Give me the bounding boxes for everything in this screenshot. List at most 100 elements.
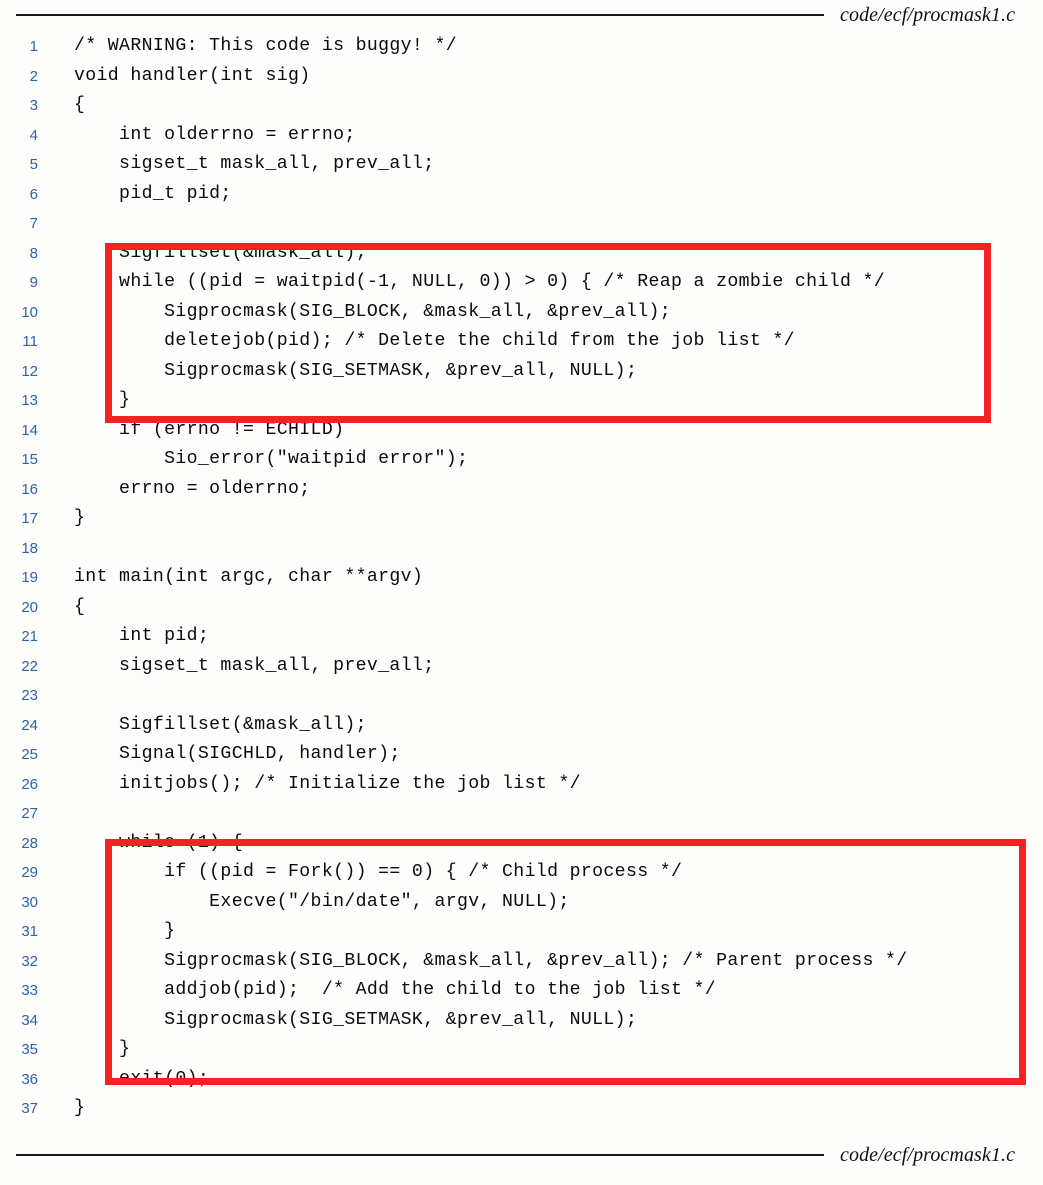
code-line: 5 sigset_t mask_all, prev_all;: [0, 150, 1043, 180]
line-number: 2: [29, 67, 38, 85]
code-line: 23: [0, 681, 1043, 711]
line-number: 7: [29, 215, 38, 232]
code-line: 35 }: [0, 1035, 1043, 1065]
code-line: 11 deletejob(pid); /* Delete the child f…: [0, 327, 1043, 357]
line-number: 4: [29, 126, 38, 144]
line-number: 36: [21, 1070, 38, 1088]
code-line: 34 Sigprocmask(SIG_SETMASK, &prev_all, N…: [0, 1006, 1043, 1036]
line-number: 13: [21, 392, 38, 409]
line-number: 9: [29, 274, 38, 291]
code-line-text: if (errno != ECHILD): [74, 419, 345, 440]
code-line-text: sigset_t mask_all, prev_all;: [74, 154, 435, 174]
code-line: 2 void handler(int sig): [0, 62, 1043, 92]
figure-header: code/ecf/procmask1.c: [0, 2, 1043, 28]
code-line-text: /* WARNING: This code is buggy! */: [74, 36, 457, 56]
line-number: 35: [21, 1041, 38, 1058]
code-line-text: exit(0);: [74, 1068, 210, 1089]
code-line: 7: [0, 209, 1043, 239]
code-line: 31 }: [0, 917, 1043, 947]
footer-caption: code/ecf/procmask1.c: [840, 1143, 1016, 1166]
line-number: 19: [21, 569, 38, 586]
code-line-text: Execve("/bin/date", argv, NULL);: [74, 891, 570, 912]
line-number: 28: [21, 834, 38, 852]
line-number: 6: [29, 185, 38, 203]
header-rule: [16, 14, 824, 16]
line-number: 22: [21, 657, 38, 675]
code-line-text: }: [74, 1098, 86, 1118]
code-line-text: Sigfillset(&mask_all);: [74, 242, 367, 263]
line-number: 11: [22, 333, 38, 350]
line-number: 29: [21, 864, 38, 881]
line-number: 8: [29, 244, 38, 262]
code-line: 14 if (errno != ECHILD): [0, 416, 1043, 446]
code-line-text: initjobs(); /* Initialize the job list *…: [74, 773, 581, 794]
code-line-text: addjob(pid); /* Add the child to the job…: [74, 980, 717, 1000]
code-line-text: int olderrno = errno;: [74, 124, 356, 145]
line-number: 30: [21, 893, 38, 911]
code-line: 37}: [0, 1094, 1043, 1124]
line-number: 23: [21, 687, 38, 704]
line-number: 5: [29, 156, 38, 173]
code-line-text: void handler(int sig): [74, 65, 311, 86]
line-number: 18: [21, 539, 38, 557]
code-line-text: int pid;: [74, 626, 210, 646]
code-line-text: {: [74, 95, 86, 115]
code-line: 33 addjob(pid); /* Add the child to the …: [0, 976, 1043, 1006]
line-number: 37: [21, 1100, 38, 1117]
line-number: 33: [21, 982, 38, 999]
line-number: 10: [21, 303, 38, 321]
code-line: 8 Sigfillset(&mask_all);: [0, 239, 1043, 269]
code-line: 25 Signal(SIGCHLD, handler);: [0, 740, 1043, 770]
line-number: 27: [21, 805, 38, 822]
code-line-text: if ((pid = Fork()) == 0) { /* Child proc…: [74, 862, 683, 882]
code-line-text: }: [74, 921, 176, 941]
footer-rule: [16, 1154, 824, 1156]
code-line: 24 Sigfillset(&mask_all);: [0, 711, 1043, 741]
line-number: 26: [21, 775, 38, 793]
code-body: 1 /* WARNING: This code is buggy! */ 2 void…: [0, 32, 1043, 1124]
code-line-text: }: [74, 390, 131, 410]
code-line: 16 errno = olderrno;: [0, 475, 1043, 505]
code-line: 13 }: [0, 386, 1043, 416]
figure-footer: code/ecf/procmask1.c: [0, 1142, 1043, 1168]
line-number: 31: [21, 923, 38, 940]
line-number: 32: [21, 952, 38, 970]
header-caption: code/ecf/procmask1.c: [840, 3, 1016, 26]
code-line-text: Signal(SIGCHLD, handler);: [74, 744, 401, 764]
code-line: 3{: [0, 91, 1043, 121]
line-number: 25: [21, 746, 38, 763]
line-number: 21: [21, 628, 38, 645]
code-line-text: errno = olderrno;: [74, 478, 311, 499]
code-line-text: Sigprocmask(SIG_SETMASK, &prev_all, NULL…: [74, 360, 638, 381]
code-line: 21 int pid;: [0, 622, 1043, 652]
code-line: 6 pid_t pid;: [0, 180, 1043, 210]
line-number: 14: [21, 421, 38, 439]
line-number: 34: [21, 1011, 38, 1029]
code-line-text: sigset_t mask_all, prev_all;: [74, 655, 435, 676]
code-line: 10 Sigprocmask(SIG_BLOCK, &mask_all, &pr…: [0, 298, 1043, 328]
code-line: 32 Sigprocmask(SIG_BLOCK, &mask_all, &pr…: [0, 947, 1043, 977]
code-line-text: }: [74, 1039, 131, 1059]
code-line-text: }: [74, 508, 86, 528]
line-number: 20: [21, 598, 38, 616]
code-line-text: Sigprocmask(SIG_BLOCK, &mask_all, &prev_…: [74, 301, 672, 322]
code-line: 30 Execve("/bin/date", argv, NULL);: [0, 888, 1043, 918]
code-listing-figure: code/ecf/procmask1.c 1 /* WARNING: This c…: [0, 0, 1043, 1185]
code-line: 28 while (1) {: [0, 829, 1043, 859]
code-line-text: pid_t pid;: [74, 183, 232, 204]
line-number: 16: [21, 480, 38, 498]
code-line: 20 {: [0, 593, 1043, 623]
code-line: 17}: [0, 504, 1043, 534]
line-number: 12: [21, 362, 38, 380]
code-line: 18: [0, 534, 1043, 564]
code-line-text: Sigprocmask(SIG_SETMASK, &prev_all, NULL…: [74, 1009, 638, 1030]
code-line-text: while ((pid = waitpid(-1, NULL, 0)) > 0)…: [74, 272, 886, 292]
line-number: 24: [21, 716, 38, 734]
code-line-text: Sigfillset(&mask_all);: [74, 714, 367, 735]
line-number: 3: [29, 97, 38, 114]
code-line-text: int main(int argc, char **argv): [74, 567, 424, 587]
code-line: 29 if ((pid = Fork()) == 0) { /* Child p…: [0, 858, 1043, 888]
code-line: 12 Sigprocmask(SIG_SETMASK, &prev_all, N…: [0, 357, 1043, 387]
code-line: 4 int olderrno = errno;: [0, 121, 1043, 151]
code-line: 15 Sio_error("waitpid error");: [0, 445, 1043, 475]
